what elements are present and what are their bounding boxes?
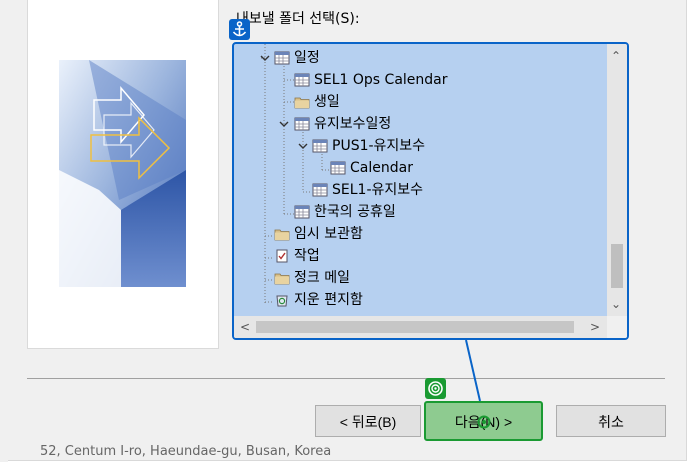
cancel-button[interactable]: 취소 bbox=[556, 405, 666, 437]
back-button[interactable]: < 뒤로(B) bbox=[315, 405, 421, 437]
target-icon bbox=[428, 381, 443, 396]
annotation-link-line bbox=[465, 339, 481, 402]
target-badge bbox=[425, 378, 446, 399]
crosshair-icon bbox=[477, 415, 491, 429]
anchor-icon bbox=[232, 21, 247, 37]
anchor-badge bbox=[229, 19, 250, 40]
